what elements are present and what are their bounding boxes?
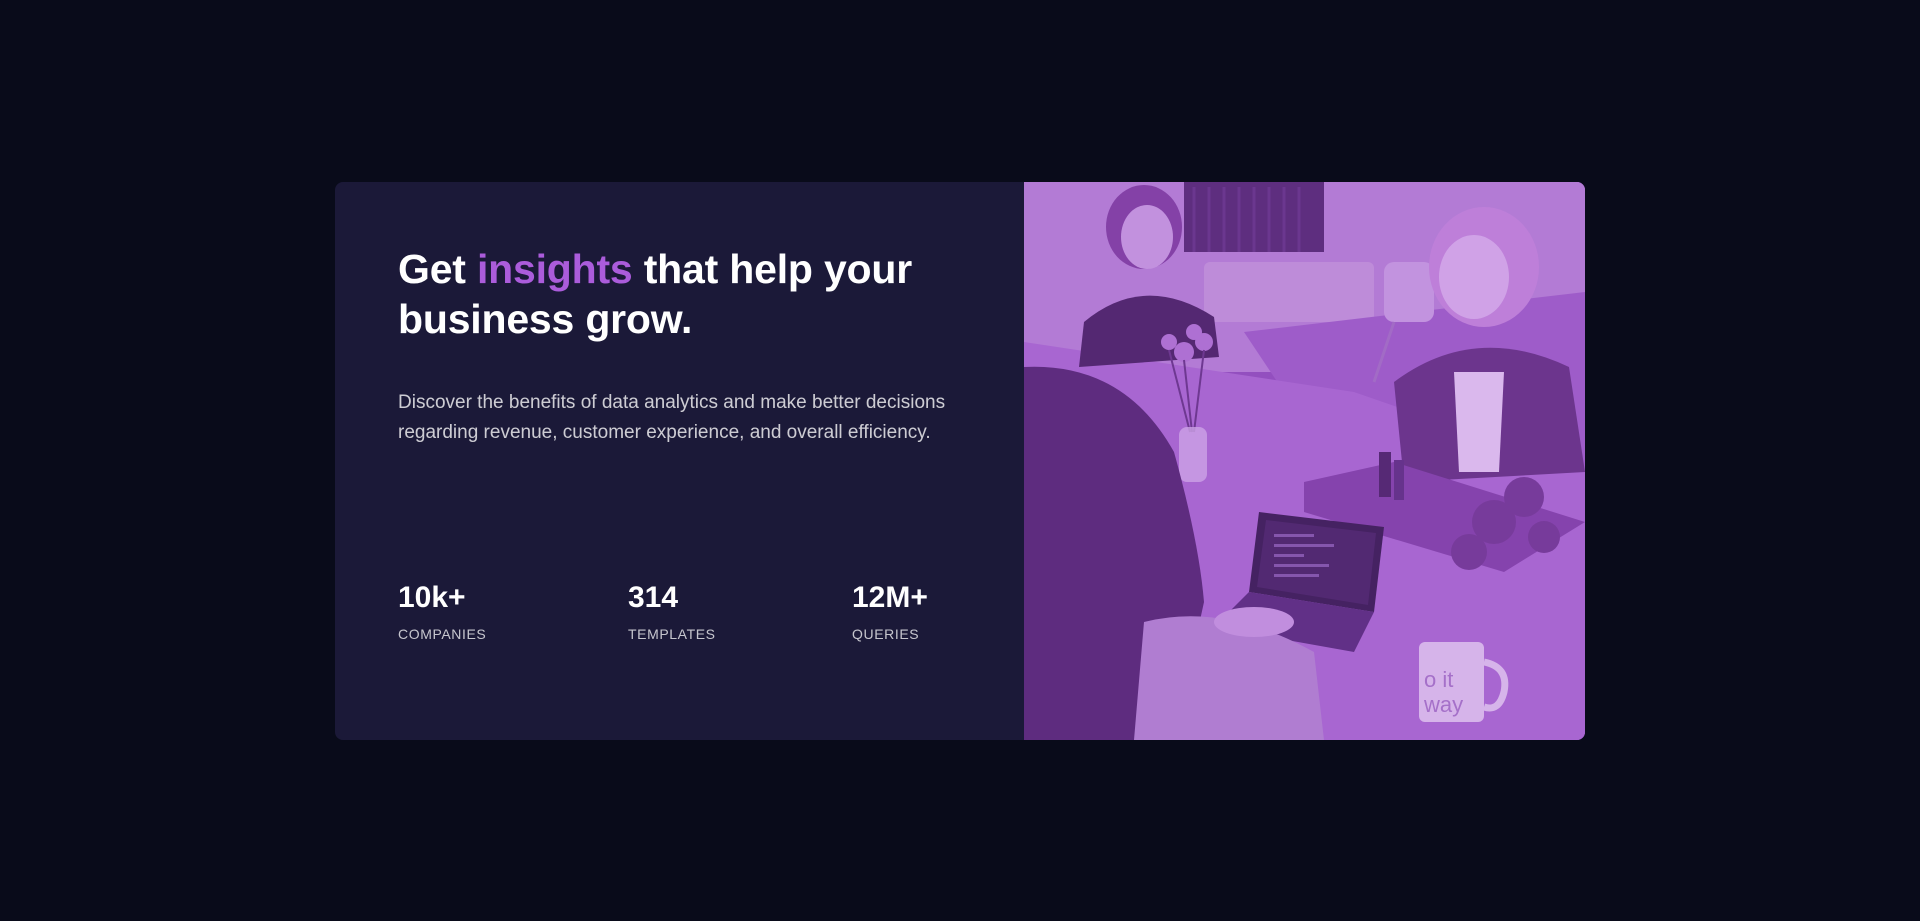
stat-templates: 314 TEMPLATES — [628, 580, 716, 642]
stat-value: 10k+ — [398, 581, 466, 614]
hero-card: Get insights that help your business gro… — [335, 182, 1585, 740]
stat-companies: 10k+ COMPANIES — [398, 580, 486, 642]
headline-pre: Get — [398, 246, 477, 292]
team-photo-image: o it way — [1024, 182, 1585, 740]
team-photo: o it way — [1024, 182, 1585, 740]
hero-text-panel: Get insights that help your business gro… — [335, 182, 1024, 740]
stat-value: 12M+ — [852, 581, 928, 614]
stat-label: TEMPLATES — [628, 626, 716, 642]
headline-accent: insights — [476, 246, 633, 292]
stat-queries: 12M+ QUERIES — [852, 580, 928, 642]
hero-headline: Get insights that help your business gro… — [398, 244, 958, 344]
stats-row: 10k+ COMPANIES 314 TEMPLATES 12M+ QUERIE… — [398, 580, 958, 660]
stat-label: QUERIES — [852, 626, 920, 642]
stat-value: 314 — [628, 581, 679, 614]
hero-description: Discover the benefits of data analytics … — [398, 392, 946, 443]
stat-label: COMPANIES — [398, 626, 487, 642]
